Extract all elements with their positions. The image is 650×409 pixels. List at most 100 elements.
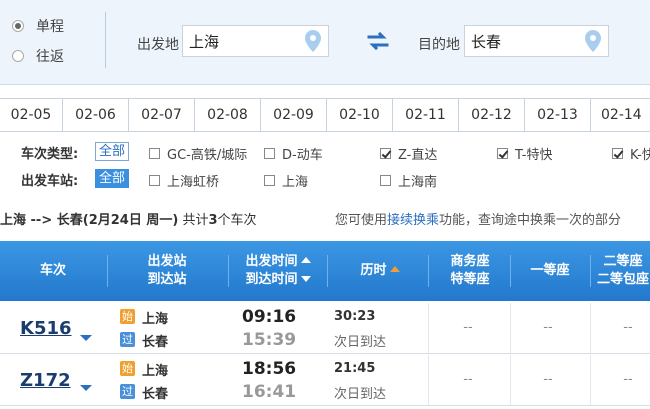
date-tab[interactable]: 02-05 [0,99,63,131]
station-shanghai-label: 上海 [282,175,309,190]
divider [428,355,429,405]
first-class-seat: -- [543,320,553,335]
col-business: 商务座 特等座 [438,253,502,289]
col-business-1: 商务座 [450,254,490,269]
checkbox[interactable] [497,148,508,159]
checkbox[interactable] [149,175,160,186]
round-trip-radio[interactable] [12,50,24,62]
hint-post: 功能，查询途中换乘一次的部分 [439,213,622,228]
filter-k[interactable]: K-快 [612,144,650,163]
route-text: 上海 --> 长春 [0,213,83,228]
col-business-2: 特等座 [450,272,490,287]
checkbox[interactable] [380,148,391,159]
checkbox[interactable] [149,148,160,159]
to-station: 长春 [142,335,169,350]
date-tab[interactable]: 02-14 [591,99,650,131]
date-tab[interactable]: 02-11 [393,99,459,131]
train-number-link[interactable]: Z172 [20,370,71,391]
transfer-hint: 您可使用接续换乘功能，查询途中换乘一次的部分 [335,209,621,228]
departure-time: 18:56 [242,359,297,379]
col-station: 出发站 到达站 [132,253,202,289]
from-station: 上海 [142,364,169,379]
filter-gc[interactable]: GC-高铁/城际 [149,144,247,163]
divider [510,303,511,353]
from-station: 上海 [142,312,169,327]
station-all-chip[interactable]: 全部 [95,169,130,188]
station-south-label: 上海南 [398,175,438,190]
station-hongqiao-label: 上海虹桥 [167,175,220,190]
from-field[interactable] [182,25,329,57]
start-badge: 始 [120,309,135,324]
filter-z-label: Z-直达 [398,148,438,163]
filter-station-hongqiao[interactable]: 上海虹桥 [149,171,219,190]
transfer-link[interactable]: 接续换乘 [387,213,439,228]
col-time[interactable]: 出发时间 到达时间 [236,253,320,289]
location-pin-icon[interactable] [304,29,322,53]
sort-up-icon[interactable] [300,257,311,263]
departure-time: 09:16 [242,307,297,327]
divider [428,255,429,287]
date-tab[interactable]: 02-09 [261,99,327,131]
divider [228,255,229,287]
from-label: 出发地 [137,37,179,53]
date-tab[interactable]: 02-13 [525,99,591,131]
checkbox[interactable] [612,148,623,159]
sort-up-icon[interactable] [389,266,400,272]
arrival-time: 16:41 [242,382,297,402]
train-type-all-chip[interactable]: 全部 [95,142,130,161]
checkbox[interactable] [264,175,275,186]
pass-badge: 过 [120,384,135,399]
checkbox[interactable] [380,175,391,186]
date-tab[interactable]: 02-08 [195,99,261,131]
arrival-note: 次日到达 [334,335,387,350]
divider [590,303,591,353]
one-way-option[interactable]: 单程 [12,16,64,36]
date-tab[interactable]: 02-07 [129,99,195,131]
round-trip-option[interactable]: 往返 [12,46,64,66]
from-input[interactable] [183,26,295,56]
col-duration-label[interactable]: 历时 [360,263,386,278]
table-row: Z172 始 上海 过 长春 18:56 16:41 21:45 次日到达 --… [0,355,650,406]
location-pin-icon[interactable] [584,29,602,53]
arrival-note: 次日到达 [334,387,387,402]
checkbox[interactable] [264,148,275,159]
divider [590,255,591,287]
chevron-down-icon[interactable] [80,335,92,341]
train-number-link[interactable]: K516 [20,318,72,339]
col-second-2: 二等包座 [596,272,649,287]
pass-badge: 过 [120,332,135,347]
col-dep-time[interactable]: 出发时间 [245,254,297,269]
departure-station-label: 出发车站: [21,174,79,189]
filter-station-south[interactable]: 上海南 [380,171,437,190]
col-station-from: 出发站 [147,254,187,269]
to-input[interactable] [465,26,577,56]
divider [510,255,511,287]
date-tab[interactable]: 02-12 [459,99,525,131]
to-field[interactable] [464,25,609,57]
train-type-label: 车次类型: [21,147,79,162]
business-seat: -- [463,372,473,387]
divider [428,303,429,353]
date-tab[interactable]: 02-10 [327,99,393,131]
chevron-down-icon[interactable] [80,385,92,391]
query-weekday: 周一) [141,213,179,228]
filter-d[interactable]: D-动车 [264,144,323,163]
divider [510,355,511,405]
one-way-radio[interactable] [12,20,24,32]
round-trip-label: 往返 [36,49,64,65]
filter-z[interactable]: Z-直达 [380,144,437,163]
to-station: 长春 [142,387,169,402]
filter-t[interactable]: T-特快 [497,144,552,163]
result-summary: 上海 --> 长春(2月24日 周一) 共计3个车次 您可使用接续换乘功能，查询… [0,209,621,228]
col-arr-time[interactable]: 到达时间 [245,272,297,287]
filter-k-label: K-快 [630,148,650,163]
date-tabs: 02-05 02-06 02-07 02-08 02-09 02-10 02-1… [0,98,650,132]
count-post: 个车次 [217,213,257,228]
col-station-to: 到达站 [147,272,187,287]
sort-down-icon[interactable] [300,276,311,282]
filter-station-shanghai[interactable]: 上海 [264,171,308,190]
divider [105,12,106,68]
col-duration[interactable]: 历时 [345,262,415,280]
date-tab[interactable]: 02-06 [63,99,129,131]
swap-icon[interactable] [366,32,390,50]
